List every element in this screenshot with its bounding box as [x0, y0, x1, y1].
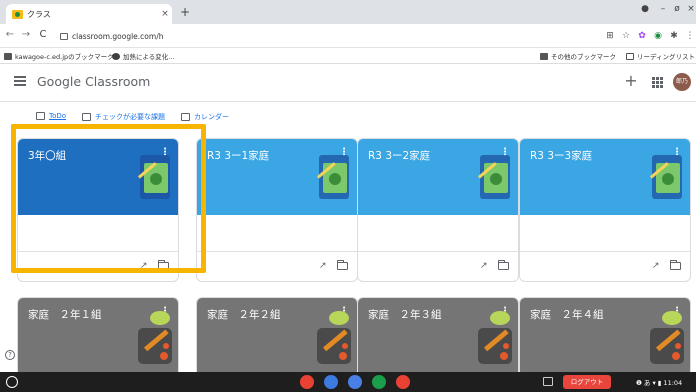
- folder-icon[interactable]: [497, 259, 509, 270]
- class-card[interactable]: 家庭 ２年２組 ⋮: [196, 297, 358, 377]
- logout-button[interactable]: ログアウト: [563, 375, 611, 389]
- class-card-title[interactable]: 家庭 ２年４組: [530, 307, 604, 322]
- bookmark-item[interactable]: 加熱による変化...: [112, 51, 175, 61]
- screen-capture-icon[interactable]: [543, 377, 553, 386]
- docs-icon[interactable]: [348, 375, 362, 389]
- screen: クラス × + ● – ø × ← → C classroom.google.c…: [0, 0, 696, 392]
- bookmark-folder-icon: [540, 52, 548, 60]
- class-card[interactable]: 家庭 ２年３組 ⋮: [357, 297, 519, 377]
- highlight-frame: [11, 124, 206, 273]
- class-card-banner[interactable]: 家庭 ２年３組 ⋮: [358, 298, 518, 374]
- restore-button[interactable]: ø: [670, 4, 684, 14]
- gmail-icon[interactable]: [396, 375, 410, 389]
- reading-list[interactable]: リーディングリスト: [626, 51, 695, 61]
- tab-title: クラス: [27, 9, 51, 19]
- tools-illustration-icon: [650, 311, 684, 364]
- star-icon[interactable]: ☆: [620, 30, 632, 42]
- puzzle-icon[interactable]: ✱: [668, 30, 680, 42]
- extension-green-icon[interactable]: ◉: [652, 30, 664, 42]
- url-text: classroom.google.com/h: [72, 31, 164, 41]
- address-bar[interactable]: classroom.google.com/h: [60, 28, 580, 44]
- class-card-title[interactable]: 家庭 ２年１組: [28, 307, 102, 322]
- reload-button[interactable]: C: [37, 29, 49, 40]
- browser-tabstrip: クラス × + ● – ø ×: [0, 0, 696, 24]
- profile-icon[interactable]: ●: [638, 4, 652, 14]
- logo-classroom: Classroom: [81, 74, 151, 89]
- avatar[interactable]: 郎乃: [673, 73, 691, 91]
- class-card-title[interactable]: 家庭 ２年３組: [368, 307, 442, 322]
- class-card-footer: ↗: [358, 251, 518, 281]
- tab-close-icon[interactable]: ×: [158, 9, 172, 19]
- todo-link[interactable]: ToDo: [36, 112, 66, 120]
- calendar-icon: [181, 113, 190, 121]
- calendar-link[interactable]: カレンダー: [181, 112, 229, 122]
- classroom-favicon-icon: [12, 9, 23, 19]
- minimize-button[interactable]: –: [656, 4, 670, 14]
- extension-icon[interactable]: ✿: [636, 30, 648, 42]
- class-card[interactable]: R3 3ー1家庭 ⋮ ↗: [196, 138, 358, 282]
- class-card[interactable]: 家庭 ２年４組 ⋮: [519, 297, 691, 377]
- other-bookmarks[interactable]: その他のブックマーク: [540, 51, 616, 61]
- trending-icon[interactable]: ↗: [480, 261, 488, 271]
- help-icon[interactable]: ?: [5, 350, 15, 360]
- chromeos-shelf: ログアウト ❶ あ ▾ ▮ 11:04: [0, 372, 696, 392]
- class-card-banner[interactable]: 家庭 ２年４組 ⋮: [520, 298, 690, 374]
- tools-illustration-icon: [138, 311, 172, 364]
- class-card-footer: ↗: [197, 251, 357, 281]
- reading-list-icon: [626, 52, 634, 60]
- google-apps-icon[interactable]: [652, 77, 663, 88]
- folder-icon[interactable]: [669, 259, 681, 270]
- class-card-title[interactable]: R3 3ー2家庭: [368, 148, 430, 163]
- todo-icon: [36, 112, 45, 120]
- menu-icon[interactable]: ⋮: [684, 30, 696, 42]
- class-card[interactable]: R3 3ー2家庭 ⋮ ↗: [357, 138, 519, 282]
- book-illustration-icon: [316, 155, 349, 199]
- classroom-header: Google Classroom + 郎乃: [0, 64, 696, 102]
- bookmark-item[interactable]: kawagoe-c.ed.jpのブックマーク: [4, 51, 114, 61]
- class-card-title[interactable]: R3 3ー3家庭: [530, 148, 592, 163]
- class-card-banner[interactable]: 家庭 ２年２組 ⋮: [197, 298, 357, 374]
- folder-icon[interactable]: [336, 259, 348, 270]
- class-card-banner[interactable]: R3 3ー2家庭 ⋮: [358, 139, 518, 215]
- create-join-class-button[interactable]: +: [623, 71, 639, 90]
- class-card-title[interactable]: R3 3ー1家庭: [207, 148, 269, 163]
- lock-icon: [60, 32, 68, 40]
- class-card[interactable]: 家庭 ２年１組 ⋮: [17, 297, 179, 377]
- browser-toolbar: ← → C classroom.google.com/h ⊞ ☆ ✿ ◉ ✱ ⋮: [0, 24, 696, 48]
- forward-button[interactable]: →: [20, 29, 32, 40]
- review-icon: [82, 113, 91, 121]
- book-illustration-icon: [477, 155, 510, 199]
- class-card-banner[interactable]: R3 3ー1家庭 ⋮: [197, 139, 357, 215]
- tools-illustration-icon: [478, 311, 512, 364]
- launcher-icon[interactable]: [6, 376, 18, 388]
- new-tab-button[interactable]: +: [178, 5, 192, 19]
- drive-icon[interactable]: [324, 375, 338, 389]
- class-card[interactable]: R3 3ー3家庭 ⋮ ↗: [519, 138, 691, 282]
- class-card-banner[interactable]: R3 3ー3家庭 ⋮: [520, 139, 690, 215]
- globe-icon: [112, 52, 120, 60]
- trending-icon[interactable]: ↗: [319, 261, 327, 271]
- class-card-footer: ↗: [520, 251, 690, 281]
- class-card-banner[interactable]: 家庭 ２年１組 ⋮: [18, 298, 178, 374]
- browser-tab[interactable]: クラス ×: [6, 4, 172, 24]
- trending-icon[interactable]: ↗: [652, 261, 660, 271]
- back-button[interactable]: ←: [4, 29, 16, 40]
- main-menu-icon[interactable]: [14, 76, 26, 86]
- classroom-app-icon[interactable]: [372, 375, 386, 389]
- bookmarks-bar: kawagoe-c.ed.jpのブックマーク 加熱による変化... その他のブッ…: [0, 48, 696, 64]
- translate-icon[interactable]: ⊞: [604, 30, 616, 42]
- tools-illustration-icon: [317, 311, 351, 364]
- class-card-title[interactable]: 家庭 ２年２組: [207, 307, 281, 322]
- classroom-logo[interactable]: Google Classroom: [37, 74, 150, 89]
- chrome-icon[interactable]: [300, 375, 314, 389]
- book-illustration-icon: [649, 155, 682, 199]
- status-tray-clock[interactable]: ❶ あ ▾ ▮ 11:04: [636, 377, 682, 387]
- to-review-link[interactable]: チェックが必要な課題: [82, 112, 165, 122]
- close-window-button[interactable]: ×: [684, 4, 696, 14]
- bookmark-folder-icon: [4, 52, 12, 60]
- logo-google: Google: [37, 74, 82, 89]
